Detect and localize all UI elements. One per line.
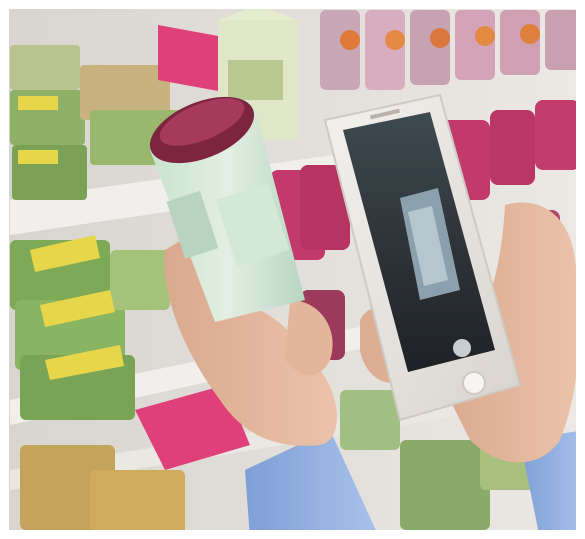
photo-canvas bbox=[0, 0, 585, 539]
supermarket-photo bbox=[0, 0, 585, 539]
shutter-icon bbox=[453, 339, 471, 357]
home-button-icon bbox=[462, 371, 486, 395]
